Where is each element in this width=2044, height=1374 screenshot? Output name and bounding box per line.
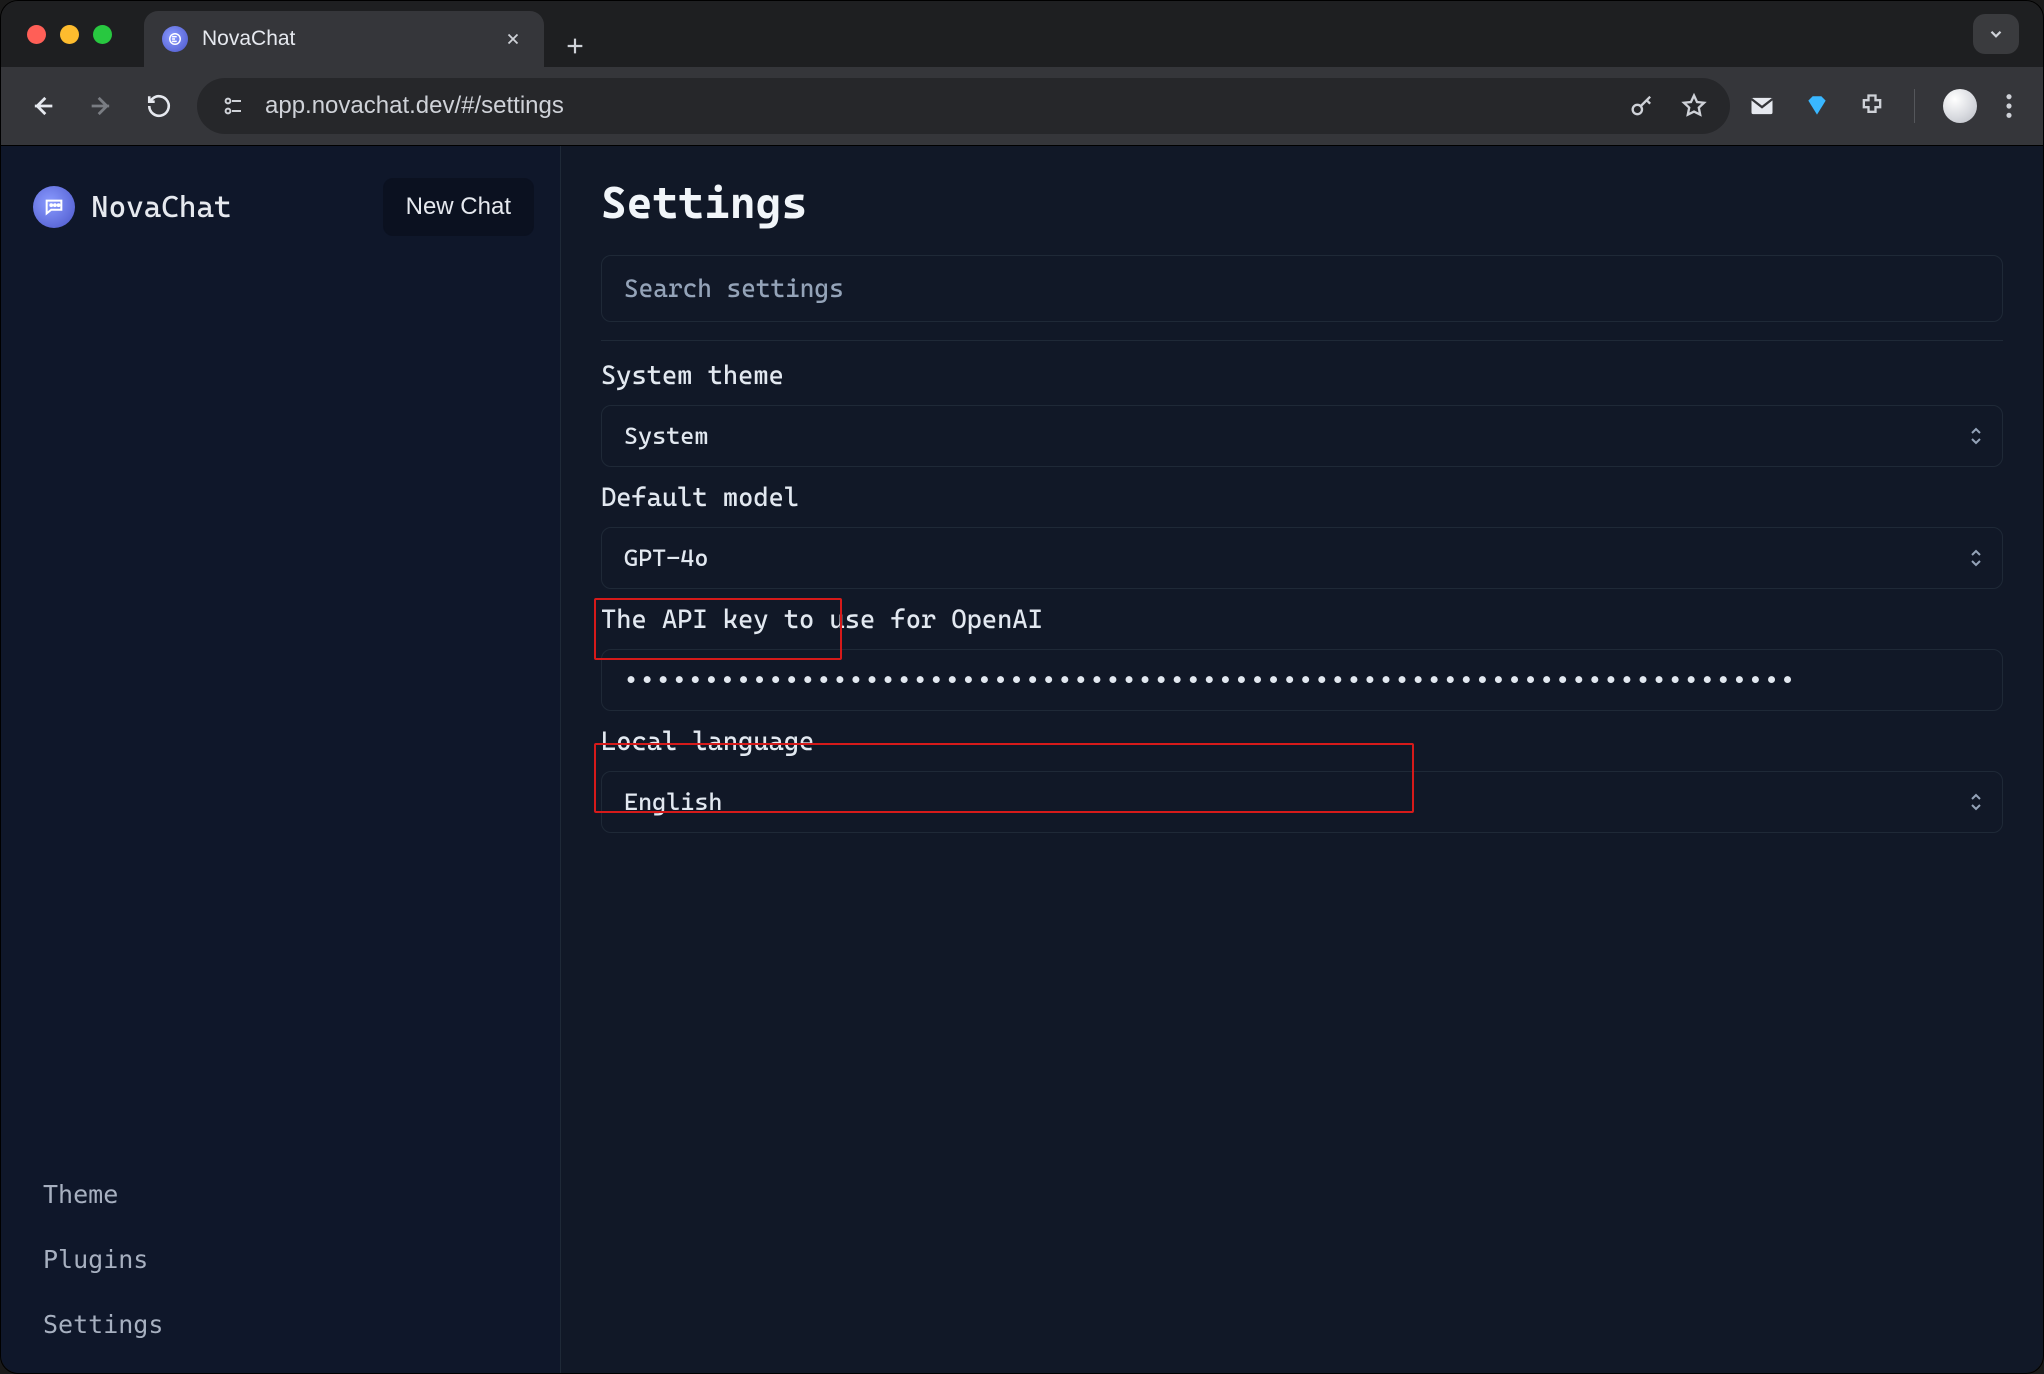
new-chat-button[interactable]: New Chat bbox=[383, 178, 534, 236]
toolbar-divider bbox=[1914, 89, 1915, 123]
field-label: Local language bbox=[601, 727, 2003, 757]
url-text: app.novachat.dev/#/settings bbox=[265, 92, 1612, 120]
field-label: The API key to use for OpenAI bbox=[601, 605, 2003, 635]
back-button[interactable] bbox=[23, 86, 63, 126]
page-title: Settings bbox=[601, 178, 2003, 229]
default-model-select[interactable]: GPT-4o bbox=[601, 527, 2003, 589]
site-info-icon[interactable] bbox=[219, 91, 249, 121]
sidebar-footer: Theme Plugins Settings bbox=[1, 1164, 560, 1355]
sidebar-link-theme[interactable]: Theme bbox=[19, 1164, 542, 1225]
select-value: GPT-4o bbox=[624, 544, 708, 572]
brand[interactable]: NovaChat bbox=[33, 186, 232, 228]
address-bar[interactable]: app.novachat.dev/#/settings bbox=[197, 78, 1730, 134]
tab-title: NovaChat bbox=[202, 27, 295, 51]
tab-overflow-button[interactable] bbox=[1973, 14, 2019, 54]
forward-button[interactable] bbox=[81, 86, 121, 126]
browser-window: NovaChat bbox=[0, 0, 2044, 1374]
window-controls bbox=[27, 25, 112, 44]
browser-tab[interactable]: NovaChat bbox=[144, 11, 544, 67]
main-content: Settings System theme System Default mod… bbox=[561, 146, 2043, 1373]
chevron-sort-icon bbox=[1968, 425, 1984, 447]
gem-icon[interactable] bbox=[1804, 93, 1830, 119]
sidebar-link-label: Theme bbox=[43, 1180, 118, 1209]
sidebar-spacer bbox=[1, 254, 560, 1164]
field-api-key: The API key to use for OpenAI bbox=[601, 605, 2003, 711]
select-value: System bbox=[624, 422, 708, 450]
password-key-icon[interactable] bbox=[1628, 92, 1656, 120]
brand-name: NovaChat bbox=[91, 190, 232, 225]
sidebar-link-label: Settings bbox=[43, 1310, 163, 1339]
settings-search-input[interactable] bbox=[601, 255, 2003, 322]
select-value: English bbox=[624, 788, 722, 816]
theme-select[interactable]: System bbox=[601, 405, 2003, 467]
toolbar: app.novachat.dev/#/settings bbox=[1, 67, 2043, 145]
favicon-icon bbox=[162, 26, 188, 52]
chevron-sort-icon bbox=[1968, 791, 1984, 813]
close-window-button[interactable] bbox=[27, 25, 46, 44]
field-default-model: Default model GPT-4o bbox=[601, 483, 2003, 589]
sidebar: NovaChat New Chat Theme Plugins Settings bbox=[1, 146, 561, 1373]
new-chat-label: New Chat bbox=[406, 193, 511, 220]
extensions-icon[interactable] bbox=[1858, 92, 1886, 120]
sidebar-link-label: Plugins bbox=[43, 1245, 148, 1274]
field-local-language: Local language English bbox=[601, 727, 2003, 833]
field-label: Default model bbox=[601, 483, 2003, 513]
sidebar-link-plugins[interactable]: Plugins bbox=[19, 1229, 542, 1290]
language-select[interactable]: English bbox=[601, 771, 2003, 833]
maximize-window-button[interactable] bbox=[93, 25, 112, 44]
titlebar: NovaChat bbox=[1, 1, 2043, 67]
section-divider bbox=[601, 340, 2003, 341]
chevron-sort-icon bbox=[1968, 547, 1984, 569]
toolbar-right bbox=[1748, 89, 2021, 123]
field-label: System theme bbox=[601, 361, 2003, 391]
api-key-input[interactable] bbox=[601, 649, 2003, 711]
bookmark-star-icon[interactable] bbox=[1680, 92, 1708, 120]
sidebar-header: NovaChat New Chat bbox=[1, 166, 560, 254]
reload-button[interactable] bbox=[139, 86, 179, 126]
close-tab-icon[interactable] bbox=[504, 30, 522, 48]
tabstrip: NovaChat bbox=[144, 1, 596, 67]
app-viewport: NovaChat New Chat Theme Plugins Settings… bbox=[1, 145, 2043, 1373]
sidebar-link-settings[interactable]: Settings bbox=[19, 1294, 542, 1355]
brand-logo-icon bbox=[33, 186, 75, 228]
field-system-theme: System theme System bbox=[601, 361, 2003, 467]
titlebar-right bbox=[1973, 14, 2029, 54]
new-tab-button[interactable] bbox=[554, 25, 596, 67]
mail-icon[interactable] bbox=[1748, 92, 1776, 120]
profile-avatar[interactable] bbox=[1943, 89, 1977, 123]
minimize-window-button[interactable] bbox=[60, 25, 79, 44]
kebab-menu-icon[interactable] bbox=[2005, 92, 2013, 120]
